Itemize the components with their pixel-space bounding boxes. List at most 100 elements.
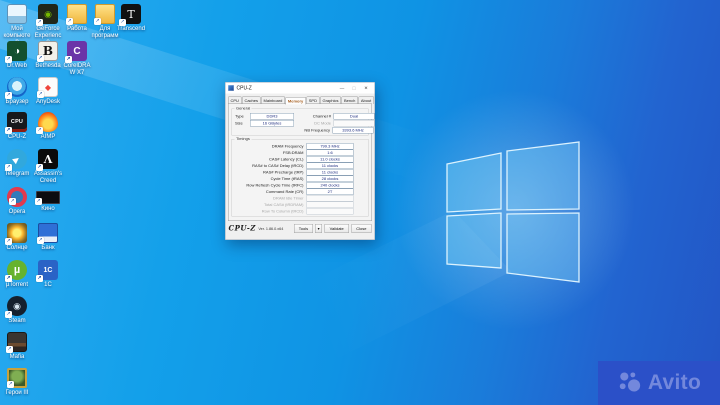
desktop-icon-coreldraw[interactable]: C CorelDRAW X7: [62, 41, 92, 76]
desktop-icon-telegram[interactable]: ▶ Telegram: [2, 149, 32, 178]
timing-value: [306, 208, 354, 215]
channel-value: Dual: [333, 112, 375, 120]
close-dialog-button[interactable]: Close: [351, 224, 372, 233]
avito-text: Avito: [647, 371, 702, 394]
cpuz-window: CPU-Z — ▢ ✕ CPU Caches Mainboard Memory …: [225, 82, 375, 240]
sun-picture-icon: [5, 223, 27, 245]
icon-label: AnyDesk: [35, 99, 60, 105]
icon-label: Steam: [8, 318, 26, 324]
desktop-icon-assassins-creed[interactable]: Λ Assassin's Creed: [33, 149, 63, 184]
coreldraw-icon: C: [65, 41, 87, 63]
desktop-icon-cpuz[interactable]: CPU CPU-Z: [2, 112, 32, 141]
desktop-icon-sun[interactable]: Солнце: [2, 223, 32, 252]
desktop-icon-utorrent[interactable]: µ µTorrent: [2, 260, 32, 289]
desktop-icon-1c[interactable]: 1С 1С: [33, 260, 63, 289]
desktop-icon-browser[interactable]: Браузер: [2, 77, 32, 106]
steam-icon: ◉: [5, 296, 27, 318]
desktop-icon-my-computer[interactable]: Мой компьютер: [2, 4, 32, 46]
dc-mode-label: DC Mode: [314, 120, 331, 126]
bethesda-icon: B: [37, 41, 58, 62]
close-button[interactable]: ✕: [360, 83, 372, 93]
version-text: Ver. 1.86.0.x64: [258, 226, 284, 231]
cpuz-icon: CPU: [5, 112, 27, 134]
transcend-icon: T: [119, 4, 141, 26]
general-groupbox: General Type DDR3 Channel # Dual Size 16…: [231, 106, 375, 136]
assassins-creed-icon: Λ: [36, 149, 58, 171]
icon-label: Работа: [67, 26, 87, 32]
telegram-icon: ▶: [5, 149, 27, 171]
general-legend: General: [234, 106, 252, 111]
cpuz-app-icon: [228, 85, 234, 91]
windows-logo: [446, 141, 580, 283]
utorrent-icon: µ: [5, 260, 27, 282]
geforce-icon: ◉: [36, 4, 58, 26]
aimp-icon: [36, 112, 58, 134]
desktop-icon-bethesda[interactable]: B Bethesda: [33, 41, 63, 70]
avito-logo-icon: [619, 372, 641, 392]
tools-button[interactable]: Tools: [293, 224, 314, 233]
desktop-icon-steam[interactable]: ◉ Steam: [2, 296, 32, 325]
title-bar[interactable]: CPU-Z — ▢ ✕: [225, 82, 375, 94]
drweb-icon: ◑: [5, 41, 27, 63]
memory-tab-pane: General Type DDR3 Channel # Dual Size 16…: [228, 103, 375, 221]
anydesk-icon: ◆: [37, 77, 58, 98]
desktop-icon-drweb[interactable]: ◑ Dr.Web: [2, 41, 32, 70]
desktop-icon-opera[interactable]: Opera: [2, 187, 32, 216]
icon-label: Герои III: [5, 390, 29, 396]
size-label: Size: [235, 120, 243, 126]
icon-label: Банк: [41, 245, 55, 251]
desktop-icon-aimp[interactable]: AIMP: [33, 112, 63, 141]
tab-bar: CPU Caches Mainboard Memory SPD Graphics…: [226, 94, 375, 105]
icon-label: µTorrent: [5, 282, 29, 288]
icon-label: Assassin's Creed: [33, 171, 63, 184]
desktop-icon-folder-work[interactable]: Работа: [62, 4, 92, 33]
timing-row-disabled: Row To Column (tRCD): [234, 208, 367, 215]
bank-icon: [37, 223, 58, 244]
nb-frequency-value: 3393.6 MHz: [332, 126, 374, 134]
icon-label: Bethesda: [35, 63, 61, 69]
timings-legend: Timings: [234, 136, 252, 141]
desktop-icon-geforce[interactable]: ◉ GeForce Experience: [33, 4, 63, 46]
nb-frequency-label: NB Frequency: [304, 127, 330, 133]
icon-label: Браузер: [5, 99, 29, 105]
desktop-icon-heroes[interactable]: Герои III: [2, 368, 32, 397]
desktop-icon-anydesk[interactable]: ◆ AnyDesk: [33, 77, 63, 106]
folder-icon: [66, 4, 87, 25]
window-title: CPU-Z: [236, 85, 252, 91]
desktop-icon-kino[interactable]: Кино: [33, 187, 63, 213]
icon-label: Солнце: [6, 245, 28, 251]
browser-icon: [5, 77, 27, 99]
type-label: Type: [235, 113, 244, 119]
type-value: DDR3: [250, 112, 294, 120]
dc-mode-value: [333, 119, 375, 127]
1c-icon: 1С: [36, 260, 58, 282]
icon-label: CPU-Z: [7, 134, 27, 140]
icon-label: Opera: [8, 209, 26, 215]
desktop-icon-bank[interactable]: Банк: [33, 223, 63, 252]
avito-watermark: Avito: [598, 361, 720, 405]
icon-label: Telegram: [4, 171, 30, 177]
footer-bar: CPU-Z Ver. 1.86.0.x64 Tools ▾ Validate C…: [226, 221, 375, 233]
icon-label: Dr.Web: [7, 63, 27, 69]
cpuz-logo: CPU-Z: [228, 224, 256, 233]
my-computer-icon: [7, 4, 27, 24]
channel-label: Channel #: [312, 113, 331, 119]
folder-icon: [94, 4, 115, 25]
size-value: 16 GBytes: [250, 119, 294, 127]
icon-label: AIMP: [40, 134, 56, 140]
tab-memory[interactable]: Memory: [285, 97, 306, 105]
icon-label: Transcend: [116, 26, 146, 32]
tools-dropdown-button[interactable]: ▾: [315, 224, 323, 233]
validate-button[interactable]: Validate: [324, 224, 349, 233]
desktop-icon-transcend[interactable]: T Transcend: [116, 4, 146, 33]
icon-label: Кино: [41, 206, 55, 212]
opera-icon: [7, 187, 27, 207]
mafia-icon: [6, 332, 27, 353]
minimize-button[interactable]: —: [336, 83, 348, 93]
icon-label: 1С: [44, 282, 52, 288]
icon-label: CorelDRAW X7: [63, 63, 91, 76]
heroes-icon: [7, 368, 27, 388]
maximize-button[interactable]: ▢: [348, 83, 360, 93]
desktop-icon-mafia[interactable]: Mafia: [2, 332, 32, 361]
icon-label: Mafia: [9, 354, 25, 360]
